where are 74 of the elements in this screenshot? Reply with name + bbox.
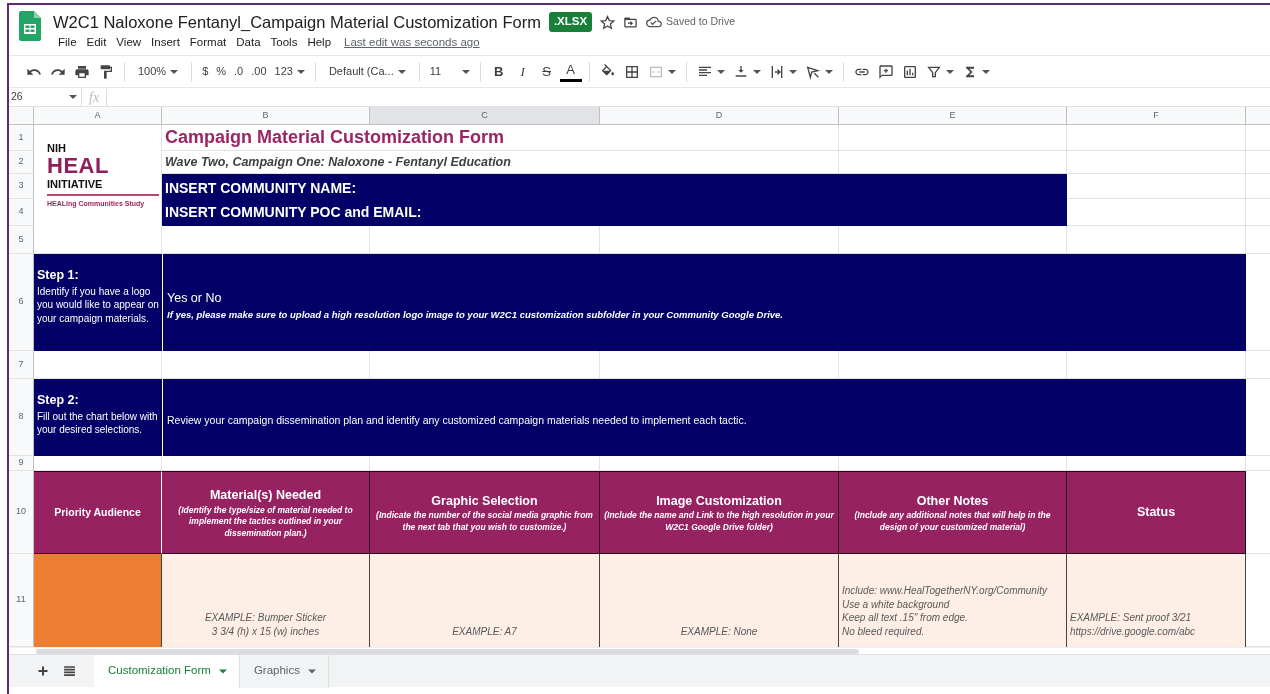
menu-item[interactable]: Data (231, 34, 266, 52)
row-header[interactable]: 5 (9, 226, 34, 254)
strikethrough-button[interactable]: S (535, 59, 558, 84)
column-title: Image Customization (656, 492, 782, 510)
bold-button[interactable]: B (487, 59, 510, 84)
table-cell[interactable]: EXAMPLE: A7 (370, 554, 600, 647)
text-color-button[interactable]: A (559, 61, 582, 82)
row-header[interactable]: 4 (9, 199, 34, 226)
step-title: Step 1: (37, 267, 80, 284)
column-title: Priority Audience (54, 504, 141, 520)
font-dropdown[interactable]: Default (Ca... (322, 59, 412, 84)
answer-text: Yes or No (167, 290, 223, 307)
menu-item[interactable]: Insert (146, 34, 185, 52)
increase-decimal-button[interactable]: .00 (248, 59, 270, 84)
step-description: Identify if you have a logo you would like to appear on your campaign materials. (37, 284, 159, 326)
logo-text: NIH (47, 141, 67, 155)
row-header[interactable]: 11 (9, 554, 34, 647)
row-header[interactable]: 2 (9, 151, 34, 174)
row-header[interactable]: 6 (9, 254, 34, 351)
row-header[interactable]: 9 (9, 456, 34, 471)
table-cell[interactable]: EXAMPLE: None (600, 554, 839, 647)
menu-item[interactable]: Tools (265, 34, 303, 52)
cell-reference[interactable]: 26 (11, 89, 23, 105)
column-title: Graphic Selection (431, 492, 538, 510)
step-title: Step 2: (37, 392, 80, 409)
table-cell[interactable]: EXAMPLE: Sent proof 3/21 https://drive.google.com/abc (1067, 554, 1246, 647)
column-title: Other Notes (916, 492, 989, 510)
menu-item[interactable]: Format (184, 34, 232, 52)
row-header[interactable]: 7 (9, 351, 34, 379)
column-hint: (Indicate the number of the social media graphic from the next tab that you wish to customize.) (375, 510, 594, 534)
more-formats-dropdown[interactable]: 123 (271, 59, 308, 84)
file-type-badge: .XLSX (548, 12, 593, 32)
column-title: Status (1136, 504, 1176, 522)
form-subtitle: Wave Two, Campaign One: Naloxone - Fentanyl Education (165, 153, 511, 171)
note-text: Review your campaign dissemination plan and identify any customized campaign materials needed to implement each tactic. (167, 412, 748, 428)
table-cell[interactable]: Include: www.HealTogetherNY.org/Community Use a white background Keep all text .15" from edge. No bleed required. (839, 554, 1067, 647)
formula-label: fx (82, 88, 108, 106)
save-status: Saved to Drive (666, 14, 735, 30)
field-label: INSERT COMMUNITY NAME: (165, 178, 358, 198)
zoom-dropdown[interactable]: 100% (132, 59, 185, 84)
step-description: Fill out the chart below with your desired selections. (37, 409, 159, 437)
column-hint: (Include any additional notes that will help in the design of your customized material) (853, 510, 1052, 534)
field-label: INSERT COMMUNITY POC and EMAIL: (165, 202, 423, 222)
percent-button[interactable]: % (213, 59, 230, 84)
row-header[interactable]: 10 (9, 471, 34, 554)
column-header[interactable]: C (370, 107, 600, 125)
logo-text: INITIATIVE (47, 176, 104, 191)
column-header[interactable]: A (34, 107, 162, 125)
column-header[interactable]: F (1067, 107, 1246, 125)
row-header[interactable]: 8 (9, 379, 34, 456)
menu-item[interactable]: Edit (81, 34, 112, 52)
column-header[interactable]: D (600, 107, 839, 125)
decrease-decimal-button[interactable]: .0 (231, 59, 247, 84)
font-size-dropdown[interactable]: 11 (426, 59, 473, 84)
note-text: If yes, please make sure to upload a high resolution logo image to your W2C1 customization subfolder in your Community Google Drive. (167, 307, 784, 322)
sheet-tab[interactable]: Graphics (239, 654, 329, 688)
menu-item[interactable]: File (53, 34, 82, 52)
italic-button[interactable]: I (511, 59, 534, 84)
column-hint: (Include the name and Link to the high resolution in your W2C1 Google Drive folder) (603, 510, 835, 534)
form-title: Campaign Material Customization Form (165, 126, 505, 149)
column-header[interactable]: E (839, 107, 1067, 125)
document-title[interactable]: W2C1 Naloxone Fentanyl_Campaign Material Customization Form (53, 11, 541, 33)
last-edit-link[interactable]: Last edit was seconds ago (344, 34, 480, 52)
table-cell[interactable]: EXAMPLE: Bumper Sticker 3 3/4 (h) x 15 (w) inches (162, 554, 370, 647)
column-hint: (Identify the type/size of material needed to implement the tactics outlined in your dissemination plan.) (177, 504, 354, 540)
row-header[interactable]: 1 (9, 125, 34, 151)
currency-button[interactable]: $ (199, 59, 212, 84)
logo-text: HEAL (47, 154, 110, 177)
sheet-tab[interactable]: Customization Form (94, 654, 240, 688)
menu-item[interactable]: View (111, 34, 147, 52)
menu-item[interactable]: Help (302, 34, 337, 52)
column-title: Material(s) Needed (209, 486, 322, 504)
column-header[interactable]: B (162, 107, 370, 125)
row-header[interactable]: 3 (9, 174, 34, 199)
